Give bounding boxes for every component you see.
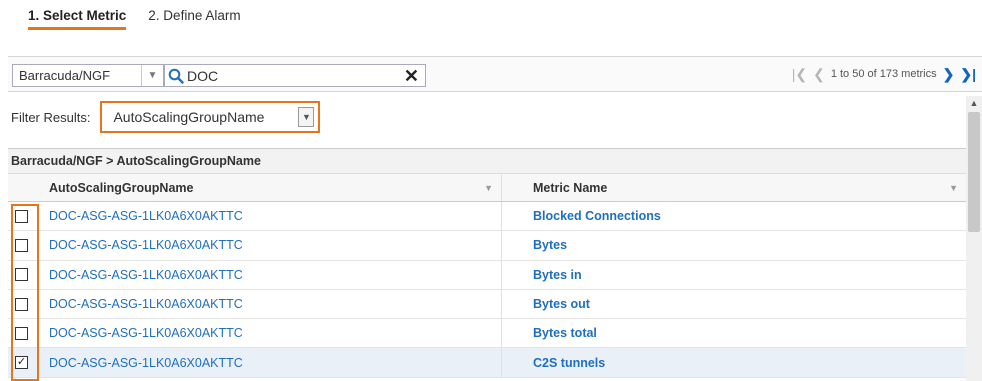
metric-name-link[interactable]: Bytes out: [502, 290, 966, 318]
vertical-scrollbar[interactable]: ▲: [966, 96, 982, 381]
row-select-cell: [8, 261, 36, 289]
row-checkbox[interactable]: [15, 297, 28, 311]
chevron-down-icon[interactable]: ▼: [141, 65, 163, 86]
namespace-select[interactable]: Barracuda/NGF ▼: [12, 64, 164, 87]
metric-name-link[interactable]: Bytes total: [502, 319, 966, 347]
search-input[interactable]: [187, 67, 387, 84]
table-header: AutoScalingGroupName ▼ Metric Name ▼: [8, 174, 966, 202]
next-page-icon[interactable]: ❯: [943, 66, 955, 82]
row-checkbox[interactable]: [15, 326, 28, 340]
sort-icon[interactable]: ▼: [484, 183, 493, 193]
pagination-info: 1 to 50 of 173 metrics: [830, 68, 937, 80]
search-icon: [165, 65, 187, 87]
first-page-icon[interactable]: |❮: [792, 66, 807, 82]
header-metric-label: Metric Name: [533, 180, 608, 195]
filter-label: Filter Results:: [11, 109, 91, 125]
filter-select[interactable]: AutoScalingGroupName ▼: [100, 101, 321, 133]
metrics-toolbar: Barracuda/NGF ▼ ✕ |❮ ❮ 1 to 50 of 173 me…: [8, 56, 982, 92]
metric-name-link[interactable]: Blocked Connections: [502, 202, 966, 230]
pagination: |❮ ❮ 1 to 50 of 173 metrics ❯ ❯|: [792, 66, 976, 82]
header-select: [8, 174, 36, 201]
asg-link[interactable]: DOC-ASG-ASG-1LK0A6X0AKTTC: [36, 202, 502, 231]
scroll-thumb[interactable]: [968, 112, 980, 232]
row-select-cell: [8, 290, 36, 318]
row-checkbox[interactable]: ✓: [15, 356, 28, 370]
row-select-cell: [8, 202, 36, 230]
wizard-steps: 1. Select Metric 2. Define Alarm: [28, 8, 241, 34]
chevron-down-icon[interactable]: ▼: [298, 107, 315, 127]
header-asg-label: AutoScalingGroupName: [49, 180, 194, 195]
step-select-metric[interactable]: 1. Select Metric: [28, 8, 127, 30]
close-icon[interactable]: ✕: [404, 67, 419, 85]
table-row[interactable]: ✓ DOC-ASG-ASG-1LK0A6X0AKTTC C2S tunnels: [8, 348, 966, 378]
metric-name-link[interactable]: Bytes: [502, 231, 966, 259]
row-checkbox[interactable]: [15, 238, 28, 252]
search-box: ✕: [164, 64, 426, 87]
asg-link[interactable]: DOC-ASG-ASG-1LK0A6X0AKTTC: [36, 231, 502, 260]
filter-selected-value: AutoScalingGroupName: [113, 109, 265, 125]
table-row[interactable]: DOC-ASG-ASG-1LK0A6X0AKTTC Bytes out: [8, 289, 966, 320]
namespace-value: Barracuda/NGF: [19, 68, 111, 83]
row-select-cell: [8, 231, 36, 259]
table-row[interactable]: DOC-ASG-ASG-1LK0A6X0AKTTC Blocked Connect…: [8, 202, 966, 232]
row-checkbox[interactable]: [15, 209, 28, 223]
table-caption: Barracuda/NGF > AutoScalingGroupName: [8, 148, 966, 174]
asg-link[interactable]: DOC-ASG-ASG-1LK0A6X0AKTTC: [36, 348, 502, 377]
prev-page-icon[interactable]: ❮: [813, 66, 825, 82]
filter-row: Filter Results: AutoScalingGroupName ▼: [8, 100, 321, 134]
table-row[interactable]: DOC-ASG-ASG-1LK0A6X0AKTTC Bytes: [8, 231, 966, 261]
row-select-cell: [8, 319, 36, 347]
asg-link[interactable]: DOC-ASG-ASG-1LK0A6X0AKTTC: [36, 289, 502, 319]
table-row[interactable]: DOC-ASG-ASG-1LK0A6X0AKTTC Bytes total: [8, 319, 966, 349]
metric-name-link[interactable]: Bytes in: [502, 261, 966, 289]
step-define-alarm[interactable]: 2. Define Alarm: [148, 8, 240, 27]
row-checkbox[interactable]: [15, 268, 28, 282]
sort-icon[interactable]: ▼: [949, 183, 958, 193]
scroll-up-icon[interactable]: ▲: [966, 98, 982, 110]
metrics-table: Barracuda/NGF > AutoScalingGroupName Aut…: [8, 148, 966, 378]
asg-link[interactable]: DOC-ASG-ASG-1LK0A6X0AKTTC: [36, 260, 502, 289]
header-metric[interactable]: Metric Name ▼: [502, 174, 966, 201]
last-page-icon[interactable]: ❯|: [960, 66, 976, 82]
table-body: DOC-ASG-ASG-1LK0A6X0AKTTC Blocked Connect…: [8, 202, 966, 378]
row-select-cell: ✓: [8, 348, 36, 376]
table-row[interactable]: DOC-ASG-ASG-1LK0A6X0AKTTC Bytes in: [8, 260, 966, 290]
asg-link[interactable]: DOC-ASG-ASG-1LK0A6X0AKTTC: [36, 319, 502, 348]
metric-name-link[interactable]: C2S tunnels: [502, 348, 966, 376]
header-asg[interactable]: AutoScalingGroupName ▼: [36, 174, 502, 201]
